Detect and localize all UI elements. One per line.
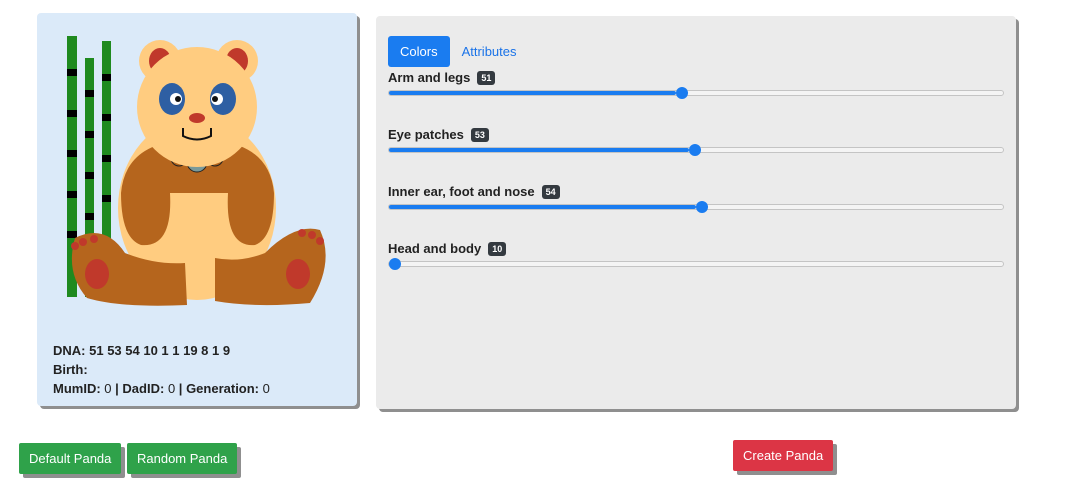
- slider-fill: [389, 205, 696, 209]
- slider-track[interactable]: [388, 258, 1004, 270]
- slider-arm-and-legs: Arm and legs 51: [388, 70, 1004, 99]
- dna-row: DNA: 51 53 54 10 1 1 19 8 1 9: [53, 341, 270, 360]
- slider-thumb[interactable]: [675, 87, 688, 99]
- dad-id-label: DadID:: [122, 381, 165, 396]
- slider-fill: [389, 91, 676, 95]
- lineage-row: MumID: 0 | DadID: 0 | Generation: 0: [53, 379, 270, 398]
- mum-id-label: MumID:: [53, 381, 101, 396]
- slider-label: Eye patches: [388, 127, 464, 142]
- dad-id-value: 0: [167, 381, 176, 396]
- panda-illustration: [67, 36, 326, 306]
- slider-label-row: Arm and legs 51: [388, 70, 1004, 85]
- slider-track[interactable]: [388, 144, 1004, 156]
- slider-label: Head and body: [388, 241, 482, 256]
- slider-label-row: Eye patches 53: [388, 127, 1004, 142]
- birth-label: Birth:: [53, 362, 88, 377]
- generation-label: Generation:: [186, 381, 260, 396]
- slider-track[interactable]: [388, 87, 1004, 99]
- tab-bar: Colors Attributes: [388, 36, 529, 67]
- slider-thumb[interactable]: [389, 258, 401, 270]
- slider-fill: [389, 148, 690, 152]
- slider-label-row: Head and body 10: [388, 241, 1004, 256]
- slider-eye-patches: Eye patches 53: [388, 127, 1004, 156]
- value-badge: 54: [541, 184, 560, 199]
- dna-value: 51 53 54 10 1 1 19 8 1 9: [89, 343, 231, 358]
- random-panda-button[interactable]: Random Panda: [127, 443, 238, 474]
- slider-inner-ear-foot-nose: Inner ear, foot and nose 54: [388, 184, 1004, 213]
- value-badge: 51: [477, 70, 496, 85]
- dna-label: DNA:: [53, 343, 86, 358]
- separator: |: [115, 381, 119, 396]
- value-badge: 53: [470, 127, 489, 142]
- tab-colors[interactable]: Colors: [388, 36, 450, 67]
- slider-track[interactable]: [388, 201, 1004, 213]
- value-badge: 10: [488, 241, 507, 256]
- create-panda-button[interactable]: Create Panda: [733, 440, 834, 471]
- slider-thumb[interactable]: [689, 144, 702, 156]
- slider-label: Inner ear, foot and nose: [388, 184, 535, 199]
- slider-label: Arm and legs: [388, 70, 471, 85]
- slider-head-and-body: Head and body 10: [388, 241, 1004, 270]
- generation-value: 0: [262, 381, 270, 396]
- birth-row: Birth:: [53, 360, 270, 379]
- mum-id-value: 0: [104, 381, 112, 396]
- slider-label-row: Inner ear, foot and nose 54: [388, 184, 1004, 199]
- default-panda-button[interactable]: Default Panda: [19, 443, 122, 474]
- slider-thumb[interactable]: [696, 201, 708, 213]
- tab-attributes[interactable]: Attributes: [450, 36, 529, 67]
- settings-panel: Colors Attributes Arm and legs 51 Eye pa…: [376, 16, 1016, 409]
- panda-dna-info: DNA: 51 53 54 10 1 1 19 8 1 9 Birth: Mum…: [53, 341, 270, 398]
- separator: |: [178, 381, 183, 396]
- panda-card: DNA: 51 53 54 10 1 1 19 8 1 9 Birth: Mum…: [37, 13, 357, 406]
